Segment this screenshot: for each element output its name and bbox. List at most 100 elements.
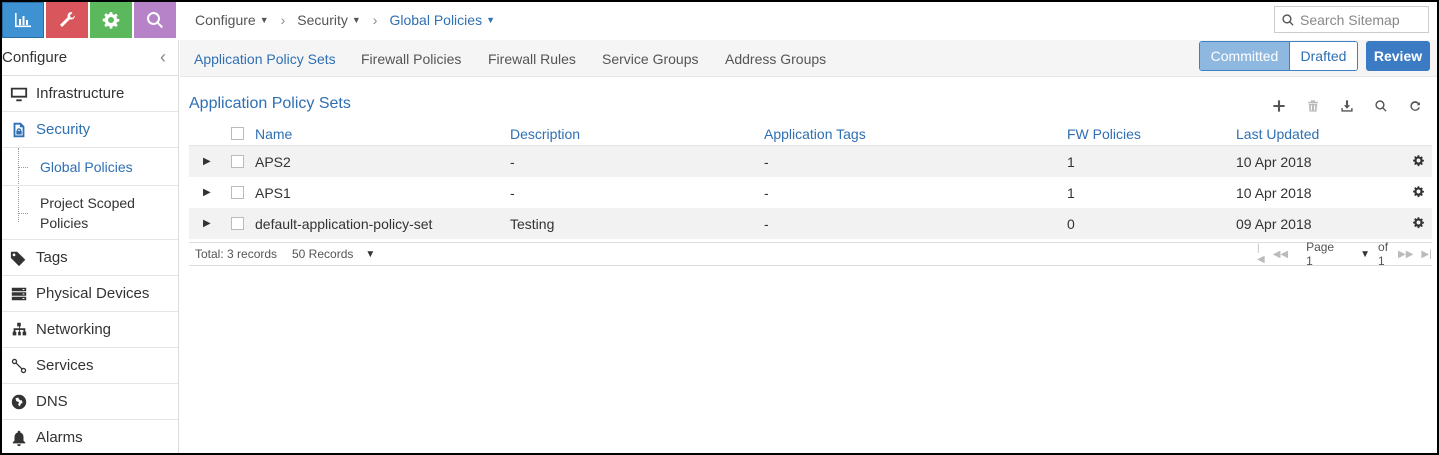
settings-module-button[interactable] [90, 2, 132, 38]
sidebar-item-alarms[interactable]: Alarms [2, 420, 178, 455]
export-button[interactable] [1330, 96, 1364, 116]
breadcrumb-label: Configure [195, 12, 256, 28]
first-page-icon[interactable]: |◀ [1257, 243, 1265, 265]
delete-button[interactable] [1296, 96, 1330, 116]
sidebar: Configure ‹ Infrastructure Security Glob… [2, 40, 179, 453]
tab-firewall-rules[interactable]: Firewall Rules [488, 51, 576, 67]
sidebar-item-networking[interactable]: Networking [2, 312, 178, 348]
grid-body: ▶ APS2 - - 1 10 Apr 2018 ▶ APS1 - - 1 10… [189, 146, 1432, 239]
previous-page-icon[interactable]: ◀◀ [1273, 249, 1288, 260]
network-icon [2, 321, 36, 339]
breadcrumb-security[interactable]: Security ▼ [297, 12, 361, 28]
sidebar-subitem-label: Project Scoped Policies [40, 194, 135, 231]
grid-search-button[interactable] [1364, 96, 1398, 116]
tab-service-groups[interactable]: Service Groups [602, 51, 698, 67]
expand-row-icon[interactable]: ▶ [203, 156, 211, 167]
tags-icon [2, 249, 36, 267]
expand-row-icon[interactable]: ▶ [203, 187, 211, 198]
table-row[interactable]: ▶ APS2 - - 1 10 Apr 2018 [189, 146, 1432, 177]
row-checkbox[interactable] [231, 186, 244, 199]
wrench-icon [60, 12, 75, 27]
drafted-button[interactable]: Drafted [1290, 42, 1357, 70]
cell-application-tags: - [764, 215, 769, 232]
row-checkbox[interactable] [231, 155, 244, 168]
search-input[interactable] [1300, 11, 1425, 28]
tab-bar: Application Policy Sets Firewall Policie… [180, 40, 1437, 77]
table-row[interactable]: ▶ APS1 - - 1 10 Apr 2018 [189, 177, 1432, 208]
table-row[interactable]: ▶ default-application-policy-set Testing… [189, 208, 1432, 239]
cell-application-tags: - [764, 153, 769, 170]
cell-fw-policies: 0 [1067, 215, 1075, 232]
row-actions-gear-icon[interactable] [1412, 216, 1425, 232]
security-icon [2, 121, 36, 139]
breadcrumb-global-policies[interactable]: Global Policies ▼ [389, 12, 495, 28]
query-module-button[interactable] [134, 2, 176, 38]
refresh-icon [1410, 101, 1420, 111]
sidebar-item-security[interactable]: Security [2, 112, 178, 148]
download-icon [1341, 100, 1353, 112]
tab-application-policy-sets[interactable]: Application Policy Sets [194, 51, 336, 67]
breadcrumb-label: Global Policies [389, 12, 483, 28]
sitemap-search[interactable] [1274, 6, 1429, 33]
sidebar-item-dns[interactable]: DNS [2, 384, 178, 420]
cell-last-updated: 10 Apr 2018 [1236, 184, 1312, 201]
add-button[interactable] [1262, 96, 1296, 116]
column-header-fw-policies[interactable]: FW Policies [1067, 126, 1141, 142]
select-all-checkbox[interactable] [231, 127, 244, 140]
column-header-application-tags[interactable]: Application Tags [764, 126, 866, 142]
tab-firewall-policies[interactable]: Firewall Policies [361, 51, 461, 67]
sidebar-item-label: DNS [36, 393, 68, 410]
sidebar-item-label: Alarms [36, 429, 83, 446]
bar-chart-icon [15, 13, 31, 28]
sidebar-item-label: Services [36, 357, 94, 374]
column-header-name[interactable]: Name [255, 126, 292, 142]
sidebar-subitem-global-policies[interactable]: Global Policies [2, 148, 178, 186]
page-select-caret-icon[interactable]: ▼ [1360, 249, 1370, 260]
column-header-last-updated[interactable]: Last Updated [1236, 126, 1319, 142]
configure-module-button[interactable] [46, 2, 88, 38]
expand-row-icon[interactable]: ▶ [203, 218, 211, 229]
sidebar-subitem-label: Global Policies [40, 158, 133, 175]
caret-down-icon: ▼ [486, 15, 495, 25]
bell-icon [2, 429, 36, 447]
committed-button[interactable]: Committed [1200, 42, 1290, 70]
breadcrumb: Configure ▼ › Security ▼ › Global Policies… [195, 9, 495, 31]
caret-down-icon: ▼ [351, 15, 361, 25]
total-records: Total: 3 records [195, 247, 278, 261]
monitor-module-button[interactable] [2, 2, 44, 38]
cell-name: default-application-policy-set [255, 215, 433, 232]
column-header-description[interactable]: Description [510, 126, 580, 142]
breadcrumb-configure[interactable]: Configure ▼ [195, 12, 269, 28]
sidebar-subitem-project-scoped-policies[interactable]: Project Scoped Policies [2, 186, 178, 240]
row-actions-gear-icon[interactable] [1412, 154, 1425, 170]
sidebar-item-services[interactable]: Services [2, 348, 178, 384]
review-button[interactable]: Review [1366, 41, 1430, 71]
sidebar-item-label: Tags [36, 249, 68, 266]
search-icon [1375, 100, 1387, 112]
cell-description: - [510, 184, 515, 201]
breadcrumb-label: Security [297, 12, 348, 28]
tab-address-groups[interactable]: Address Groups [725, 51, 826, 67]
cell-name: APS2 [255, 153, 291, 170]
commit-mode-toggle: Committed Drafted [1199, 41, 1358, 71]
grid-title: Application Policy Sets [189, 95, 351, 112]
cell-fw-policies: 1 [1067, 153, 1075, 170]
collapse-sidebar-icon[interactable]: ‹ [160, 47, 178, 68]
row-actions-gear-icon[interactable] [1412, 185, 1425, 201]
cell-description: Testing [510, 215, 555, 232]
records-per-page-select[interactable]: 50 Records ▼ [292, 247, 375, 261]
sidebar-item-tags[interactable]: Tags [2, 240, 178, 276]
search-icon [1282, 13, 1294, 26]
sidebar-item-physical-devices[interactable]: Physical Devices [2, 276, 178, 312]
globe-icon [2, 393, 36, 411]
refresh-button[interactable] [1398, 96, 1432, 116]
sidebar-item-label: Infrastructure [36, 85, 125, 102]
last-page-icon[interactable]: ▶| [1421, 249, 1431, 260]
cell-fw-policies: 1 [1067, 184, 1075, 201]
page-label[interactable]: Page 1 [1306, 240, 1334, 268]
module-bar [2, 2, 178, 38]
row-checkbox[interactable] [231, 217, 244, 230]
sidebar-item-infrastructure[interactable]: Infrastructure [2, 76, 178, 112]
cell-description: - [510, 153, 515, 170]
next-page-icon[interactable]: ▶▶ [1398, 249, 1413, 260]
